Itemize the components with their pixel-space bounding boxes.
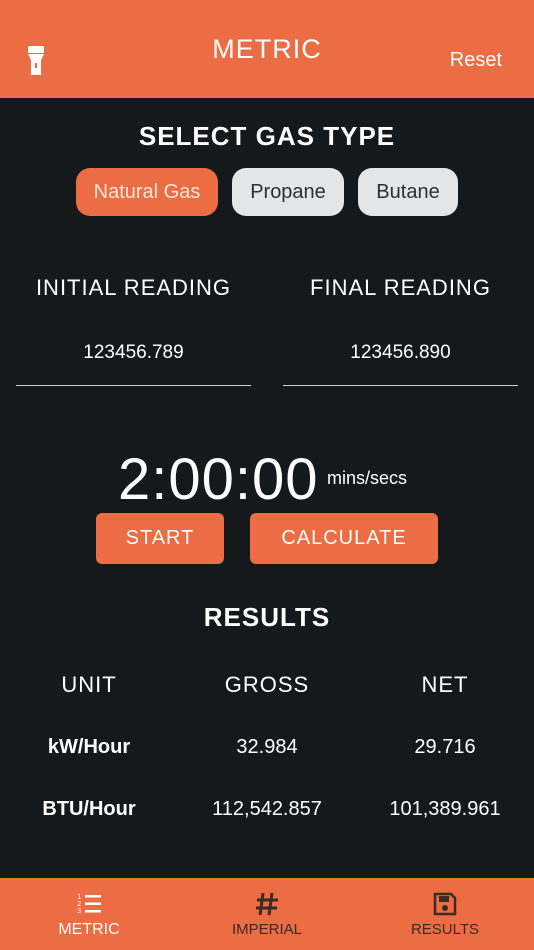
gas-option-butane[interactable]: Butane [358,168,458,216]
save-icon [433,892,457,916]
bottom-tab-bar: 1 2 3 METRIC IMPERIAL RESULTS [0,878,534,950]
final-reading-label: FINAL READING [310,275,491,300]
tab-metric[interactable]: 1 2 3 METRIC [0,878,178,950]
app-header: METRIC Reset [0,0,534,98]
hash-icon [256,892,278,916]
results-row-net: 29.716 [414,736,476,758]
gas-option-propane[interactable]: Propane [232,168,344,216]
initial-reading-input[interactable]: 123456.789 [16,330,251,386]
results-row-unit: BTU/Hour [42,798,136,820]
gas-option-natural-gas[interactable]: Natural Gas [76,168,218,216]
results-header-unit: UNIT [61,672,117,697]
start-button[interactable]: START [96,513,224,564]
tab-label: METRIC [58,921,120,938]
reset-button[interactable]: Reset [450,49,502,72]
svg-text:3: 3 [77,907,81,915]
results-title: RESULTS [203,602,331,632]
results-row-gross: 112,542.857 [212,798,322,820]
tab-label: IMPERIAL [231,921,303,938]
results-row-net: 101,389.961 [389,798,501,820]
calculate-button[interactable]: CALCULATE [250,513,438,564]
timer-unit: mins/secs [327,468,408,488]
results-row-gross: 32.984 [236,736,298,758]
page-title: METRIC [212,33,322,64]
final-reading-input[interactable]: 123456.890 [283,330,518,386]
numbered-list-icon: 1 2 3 [77,893,101,915]
flashlight-icon[interactable] [26,46,46,76]
gas-type-selector: Natural Gas Propane Butane [0,168,534,216]
tab-imperial[interactable]: IMPERIAL [178,878,356,950]
gas-type-title: SELECT GAS TYPE [138,121,396,151]
timer-display: 2:00:00 [118,447,319,512]
initial-reading-label: INITIAL READING [35,275,232,300]
results-header-gross: GROSS [224,672,310,697]
results-header-net: NET [421,672,469,697]
tab-results[interactable]: RESULTS [356,878,534,950]
tab-label: RESULTS [410,921,480,938]
results-row-unit: kW/Hour [47,736,131,758]
